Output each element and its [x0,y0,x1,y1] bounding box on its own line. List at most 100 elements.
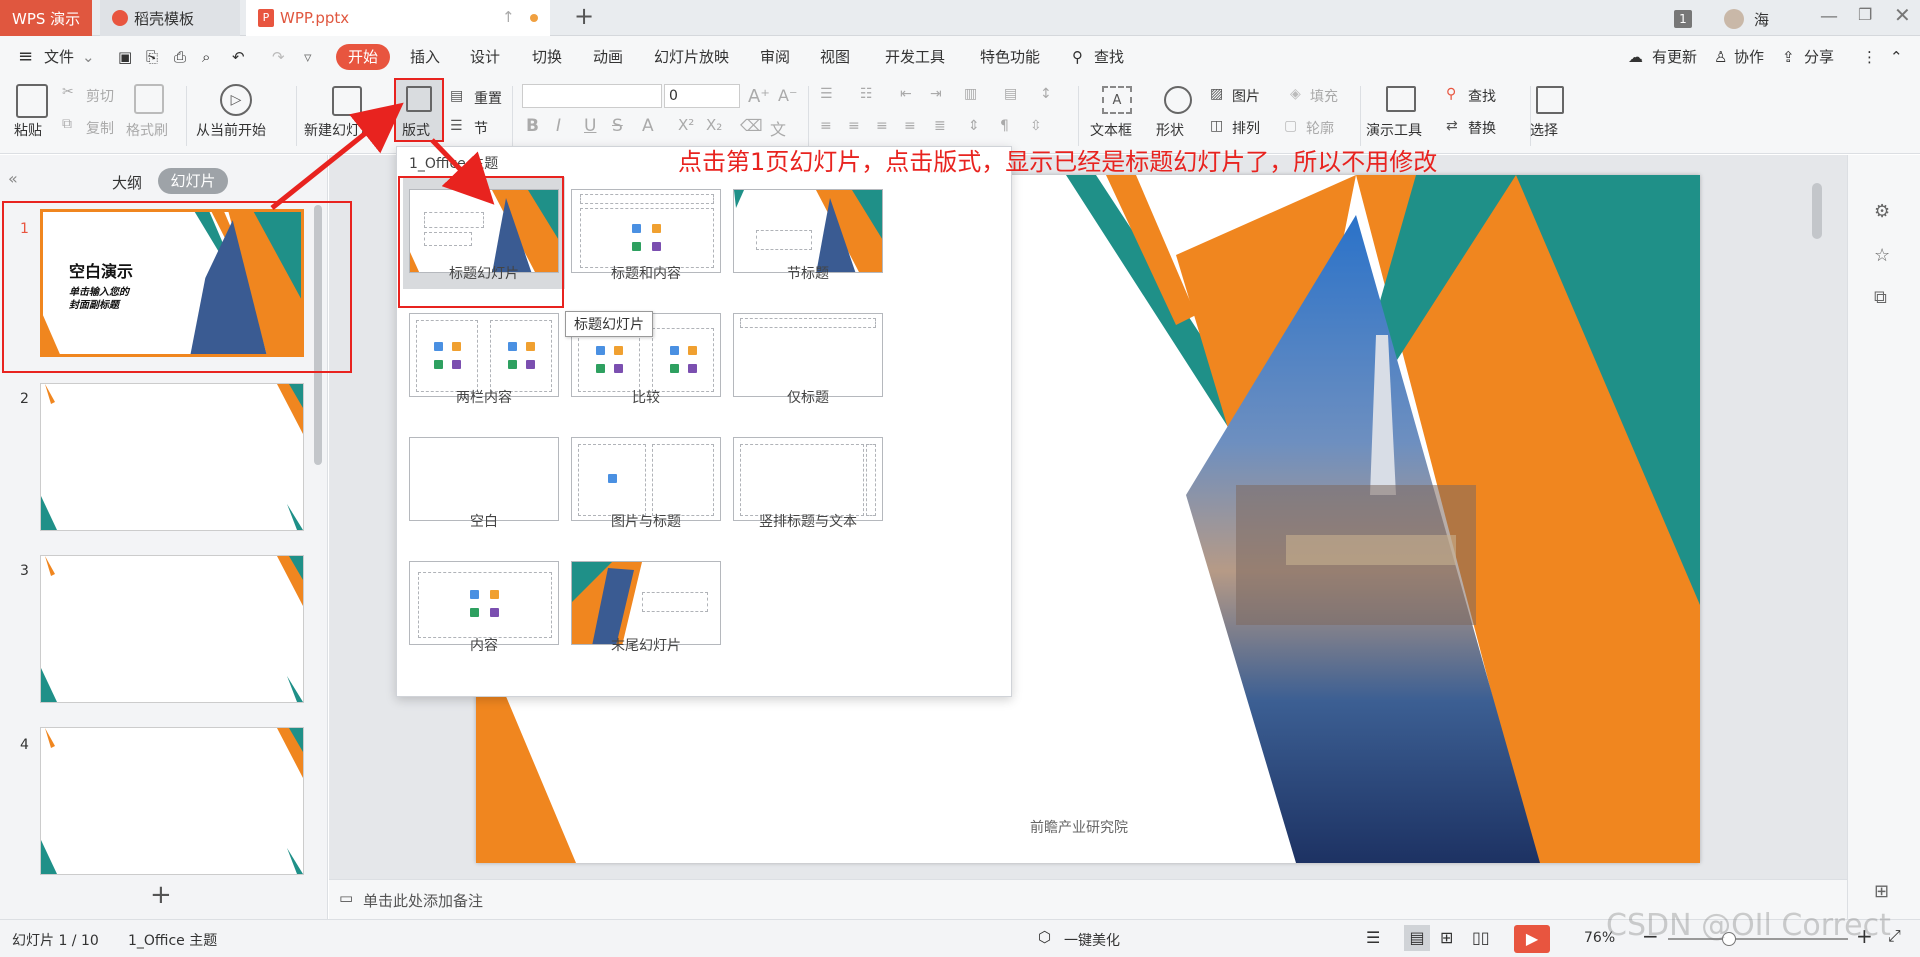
layout-button[interactable]: 版式 [394,78,444,142]
cut-button[interactable]: 剪切 [86,86,114,106]
new-slide-button[interactable]: 新建幻灯片 [304,120,374,140]
slide-thumb-2[interactable] [40,383,304,531]
close-icon[interactable]: ✕ [1894,3,1911,27]
layout-vertical-title-text[interactable] [733,437,883,521]
font-size-select[interactable]: 0 [664,84,740,108]
play-icon[interactable]: ▷ [220,84,252,116]
numbered-list-icon[interactable]: ☷ [860,86,873,102]
undo-icon[interactable]: ↶ [232,45,245,69]
menu-developer[interactable]: 开发工具 [885,45,945,69]
outline-tab[interactable]: 大纲 [112,172,142,193]
select-icon[interactable] [1536,86,1564,114]
reading-view-icon[interactable]: ▯▯ [1472,928,1490,947]
shape-icon[interactable] [1164,86,1192,114]
new-tab-button[interactable]: + [574,2,594,30]
outline-button[interactable]: 轮廓 [1306,118,1334,138]
minimize-icon[interactable]: — [1820,6,1838,27]
slides-tab[interactable]: 幻灯片 [158,168,228,194]
subscript-icon[interactable]: X₂ [706,116,722,134]
format-painter-icon[interactable] [134,84,164,114]
tab-file[interactable]: P WPP.pptx ↑ [246,0,550,36]
textbox-button[interactable]: 文本框 [1090,120,1132,140]
layout-end-slide[interactable] [571,561,721,645]
more-vertical-icon[interactable]: ⋮ [1862,45,1877,69]
more-icon[interactable]: ▿ [304,45,312,69]
layout-section-header[interactable] [733,189,883,273]
menu-transition[interactable]: 切换 [532,45,562,69]
arrange-button[interactable]: 排列 [1232,118,1260,138]
bullet-list-icon[interactable]: ☰ [820,86,833,102]
sorter-view-icon[interactable]: ⊞ [1440,928,1453,947]
underline-icon[interactable]: U [584,116,596,136]
reset-icon[interactable]: ▤ [450,88,463,104]
present-tools-button[interactable]: 演示工具 [1366,120,1422,140]
collapse-pane-icon[interactable]: « [8,169,18,188]
fill-button[interactable]: 填充 [1310,86,1338,106]
menu-special[interactable]: 特色功能 [980,45,1040,69]
find-button[interactable]: 查找 [1468,86,1496,106]
reset-button[interactable]: 重置 [474,88,502,108]
new-slide-icon[interactable] [332,86,362,116]
tab-daoke[interactable]: 稻壳模板 [100,0,240,36]
fill-icon[interactable]: ◈ [1290,86,1301,102]
superscript-icon[interactable]: X² [678,116,694,134]
select-button[interactable]: 选择 [1530,120,1558,140]
spacing-icon[interactable]: ⇕ [968,118,980,134]
strikethrough-icon[interactable]: S [612,116,623,136]
layout-content[interactable] [409,561,559,645]
from-current-button[interactable]: 从当前开始 [196,120,266,140]
clear-format-icon[interactable]: ⌫ [740,116,763,135]
play-slideshow-button[interactable]: ▶ [1514,925,1550,953]
avatar[interactable] [1724,9,1744,29]
menu-start[interactable]: 开始 [336,44,390,70]
chevron-down-icon[interactable]: ⌄ [82,45,95,69]
picture-icon[interactable]: ▨ [1210,86,1223,102]
align-center-icon[interactable]: ≡ [848,118,860,134]
para-icon[interactable]: ¶ [1000,118,1009,134]
decrease-font-icon[interactable]: A⁻ [778,86,797,105]
present-tools-icon[interactable] [1386,86,1416,112]
properties-icon[interactable]: ⚙ [1874,201,1890,222]
share-button[interactable]: 分享 [1804,45,1834,69]
grid-icon[interactable]: ⊞ [1874,881,1889,902]
justify-icon[interactable]: ≡ [904,118,916,134]
columns-icon[interactable]: ▥ [964,86,977,102]
textbox-icon[interactable]: A [1102,86,1132,114]
paste-button[interactable]: 粘贴 [14,120,42,140]
redo-icon[interactable]: ↷ [272,45,285,69]
export-icon[interactable]: ⎘ [146,45,158,69]
layout-picture-caption[interactable] [571,437,721,521]
slide-thumb-3[interactable] [40,555,304,703]
update-button[interactable]: 有更新 [1652,45,1697,69]
menu-animation[interactable]: 动画 [593,45,623,69]
copy-layers-icon[interactable]: ⧉ [1874,287,1887,308]
upload-icon[interactable]: ↑ [502,8,515,26]
star-icon[interactable]: ☆ [1874,245,1890,266]
replace-icon[interactable]: ⇄ [1446,118,1458,134]
restore-icon[interactable]: ❐ [1858,5,1872,24]
distribute-icon[interactable]: ≣ [934,118,946,134]
copy-button[interactable]: 复制 [86,118,114,138]
menu-file[interactable]: 文件 [44,45,74,69]
beautify-button[interactable]: 一键美化 [1064,930,1120,950]
italic-icon[interactable]: I [556,116,561,136]
menu-design[interactable]: 设计 [470,45,500,69]
notes-toggle-icon[interactable]: ☰ [1366,928,1380,947]
normal-view-icon[interactable]: ▤ [1404,925,1430,951]
shape-button[interactable]: 形状 [1156,120,1184,140]
font-color-icon[interactable]: A [642,116,654,136]
menu-search[interactable]: 查找 [1094,45,1124,69]
notes-placeholder[interactable]: 单击此处添加备注 [363,890,483,911]
bold-icon[interactable]: B [526,116,539,136]
slide-thumb-4[interactable] [40,727,304,875]
align-right-icon[interactable]: ≡ [876,118,888,134]
save-icon[interactable]: ▣ [118,45,132,69]
hamburger-icon[interactable]: ≡ [18,45,33,69]
outline-icon[interactable]: ▢ [1284,118,1297,134]
find-icon[interactable]: ⚲ [1446,86,1456,102]
layout-title-content[interactable] [571,189,721,273]
layout-two-content[interactable] [409,313,559,397]
format-painter-button[interactable]: 格式刷 [126,120,168,140]
tab-wps[interactable]: WPS 演示 [0,0,92,36]
text-direction-icon[interactable]: ▤ [1004,86,1017,102]
